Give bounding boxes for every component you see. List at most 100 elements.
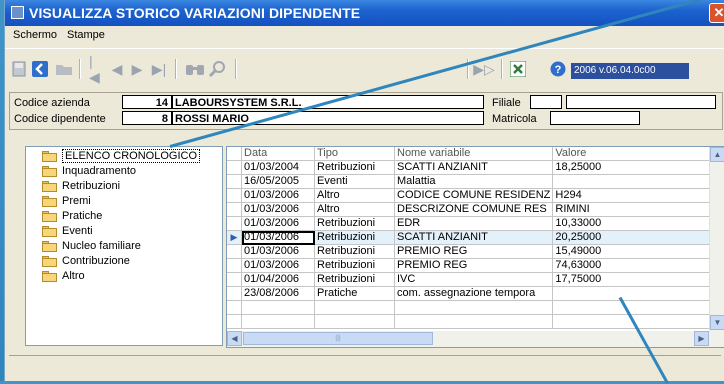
cell-nome-variabile[interactable]: CODICE COMUNE RESIDENZ (394, 188, 554, 203)
column-header-data[interactable]: Data (241, 147, 315, 161)
cell-data[interactable]: 01/03/2004 (241, 160, 315, 175)
cell-nome-variabile[interactable]: PREMIO REG (394, 244, 554, 259)
cell-nome-variabile[interactable]: SCATTI ANZIANIT (394, 160, 554, 175)
cell-valore[interactable]: 20,25000 (552, 230, 719, 245)
cell-nome-variabile[interactable] (394, 314, 554, 329)
table-row[interactable] (227, 300, 719, 315)
cell-valore[interactable] (552, 300, 719, 315)
cell-nome-variabile[interactable]: EDR (394, 216, 554, 231)
folder-icon[interactable] (55, 59, 73, 79)
cell-tipo[interactable]: Eventi (314, 174, 395, 189)
magnifier-icon[interactable] (209, 59, 227, 79)
row-indicator[interactable] (227, 258, 242, 273)
menu-stampe[interactable]: Stampe (67, 29, 105, 41)
row-indicator[interactable] (227, 160, 242, 175)
table-row[interactable]: 01/03/2004 Retribuzioni SCATTI ANZIANIT 18,… (227, 160, 719, 175)
codice-dipendente-field[interactable]: 8 (122, 111, 172, 125)
table-row[interactable] (227, 314, 719, 329)
codice-azienda-field[interactable]: 14 (122, 95, 172, 109)
cell-valore[interactable] (552, 286, 719, 301)
table-row[interactable]: 01/03/2006 Altro DESCRIZONE COMUNE RES RIMI… (227, 202, 719, 217)
cell-nome-variabile[interactable]: SCATTI ANZIANIT (394, 230, 554, 245)
tree-item-eventi[interactable]: Eventi (42, 224, 93, 238)
cell-data[interactable]: 01/04/2006 (241, 272, 315, 287)
cell-data[interactable]: 01/03/2006 (241, 244, 315, 259)
cell-tipo[interactable]: Retribuzioni (314, 272, 395, 287)
cell-nome-variabile[interactable]: PREMIO REG (394, 258, 554, 273)
cell-valore[interactable]: 10,33000 (552, 216, 719, 231)
column-header-nome-variabile[interactable]: Nome variabile (394, 147, 554, 161)
cell-nome-variabile[interactable]: IVC (394, 272, 554, 287)
table-row[interactable]: 01/04/2006 Retribuzioni IVC 17,75000 (227, 272, 719, 287)
cell-data[interactable]: 01/03/2006 (241, 258, 315, 273)
tree-item-retribuzioni[interactable]: Retribuzioni (42, 179, 120, 193)
tree-item-contribuzione[interactable]: Contribuzione (42, 254, 130, 268)
table-row[interactable]: 01/03/2006 Retribuzioni EDR 10,33000 (227, 216, 719, 231)
cell-valore[interactable]: 74,63000 (552, 258, 719, 273)
tree-item-altro[interactable]: Altro (42, 269, 85, 283)
scroll-down-button[interactable]: ▼ (710, 315, 724, 330)
row-indicator[interactable] (227, 174, 242, 189)
cell-tipo[interactable]: Retribuzioni (314, 244, 395, 259)
cell-valore[interactable] (552, 174, 719, 189)
tree-item-elenco-cronologico[interactable]: ELENCO CRONOLOGICO (42, 149, 201, 163)
menu-schermo[interactable]: Schermo (13, 29, 57, 41)
cell-tipo[interactable] (314, 314, 395, 329)
row-indicator[interactable] (227, 216, 242, 231)
vertical-scrollbar[interactable]: ▲ ▼ (709, 147, 724, 331)
cell-data[interactable]: 01/03/2006 (241, 202, 315, 217)
cell-tipo[interactable] (314, 300, 395, 315)
next-record-icon[interactable]: ▶ (131, 59, 143, 79)
cell-valore[interactable]: 15,49000 (552, 244, 719, 259)
row-indicator[interactable] (227, 202, 242, 217)
cell-valore[interactable]: 18,25000 (552, 160, 719, 175)
row-indicator[interactable] (227, 286, 242, 301)
cell-data[interactable] (241, 300, 315, 315)
tree-item-nucleo-familiare[interactable]: Nucleo familiare (42, 239, 141, 253)
row-indicator[interactable] (227, 244, 242, 259)
column-header-valore[interactable]: Valore (552, 147, 719, 161)
excel-icon[interactable] (509, 59, 527, 79)
cell-valore[interactable]: H294 (552, 188, 719, 203)
cell-tipo[interactable]: Retribuzioni (314, 160, 395, 175)
table-row[interactable]: 01/03/2006 Retribuzioni PREMIO REG 74,63000 (227, 258, 719, 273)
row-indicator[interactable] (227, 300, 242, 315)
cell-nome-variabile[interactable]: Malattia (394, 174, 554, 189)
scroll-up-button[interactable]: ▲ (710, 147, 724, 162)
table-row[interactable]: ▶ 01/03/2006 Retribuzioni SCATTI ANZIANIT 20… (227, 230, 719, 245)
row-indicator[interactable] (227, 314, 242, 329)
first-record-icon[interactable]: |◀ (89, 53, 103, 85)
cell-nome-variabile[interactable] (394, 300, 554, 315)
column-header-tipo[interactable]: Tipo (314, 147, 395, 161)
tree-item-pratiche[interactable]: Pratiche (42, 209, 102, 223)
tree-item-premi[interactable]: Premi (42, 194, 91, 208)
scroll-right-button[interactable]: ▶ (694, 331, 709, 346)
cell-data[interactable]: 01/03/2006 (241, 216, 315, 231)
cell-nome-variabile[interactable]: com. assegnazione tempora (394, 286, 554, 301)
tree-item-inquadramento[interactable]: Inquadramento (42, 164, 136, 178)
cell-tipo[interactable]: Retribuzioni (314, 258, 395, 273)
cell-data[interactable]: 23/08/2006 (241, 286, 315, 301)
table-row[interactable]: 01/03/2006 Altro CODICE COMUNE RESIDENZ H29… (227, 188, 719, 203)
previous-record-icon[interactable]: ◀ (111, 59, 123, 79)
filiale-field[interactable] (530, 95, 562, 109)
cell-tipo[interactable]: Altro (314, 188, 395, 203)
cell-data[interactable]: 01/03/2006 (241, 230, 315, 245)
save-icon[interactable] (11, 59, 27, 79)
back-icon[interactable] (31, 59, 49, 79)
cell-data[interactable] (241, 314, 315, 329)
horizontal-scroll-thumb[interactable]: ||| (243, 332, 433, 345)
horizontal-scrollbar[interactable]: ◀ ||| ▶ (227, 331, 724, 347)
binoculars-icon[interactable] (185, 59, 205, 79)
cell-valore[interactable]: 17,75000 (552, 272, 719, 287)
cell-valore[interactable]: RIMINI (552, 202, 719, 217)
cell-data[interactable]: 01/03/2006 (241, 188, 315, 203)
cell-tipo[interactable]: Altro (314, 202, 395, 217)
scroll-left-button[interactable]: ◀ (227, 331, 242, 346)
matricola-field[interactable] (550, 111, 640, 125)
row-indicator[interactable] (227, 188, 242, 203)
help-icon[interactable]: ? (549, 59, 567, 79)
cell-tipo[interactable]: Pratiche (314, 286, 395, 301)
cell-tipo[interactable]: Retribuzioni (314, 230, 395, 245)
table-row[interactable]: 23/08/2006 Pratiche com. assegnazione temp… (227, 286, 719, 301)
